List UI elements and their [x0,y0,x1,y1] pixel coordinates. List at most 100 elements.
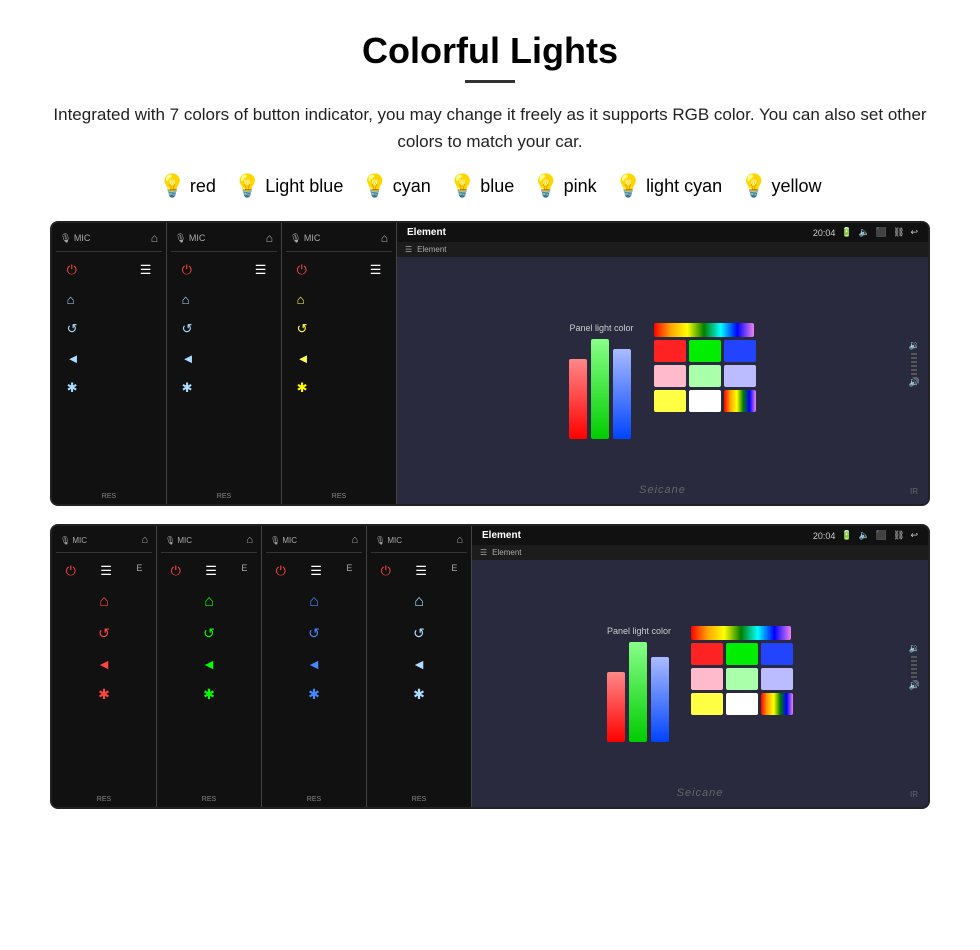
icon-row-arrow-3: ◄ [297,351,382,366]
color-bars-section-2: Panel light color [607,626,671,742]
home-icon-b1: ⌂ [351,534,358,546]
panel-bottom-r1: RES [52,796,156,803]
screen-content-2: Panel light color [472,560,928,807]
icon-row-arrow-2: ◄ [182,351,267,366]
swatch-lightblue-2 [761,668,793,690]
link-icon-2: ⛓ [893,530,904,541]
bulb-icon-lightblue: 💡 [234,173,261,199]
tick2-5 [911,672,917,674]
title-divider [465,80,515,83]
link-icon-1: ⛓ [893,227,904,238]
icon-row-bt-2: ✱ [182,380,267,396]
color-item-yellow: 💡 yellow [740,173,821,199]
back-icon-1: ↺ [67,321,78,337]
menu-icon-b1: ☰ [310,563,322,579]
panel-top-g1: 🎙 MIC ⌂ [161,534,257,553]
seicane-watermark-1: Seicane [639,484,686,496]
back-icon-b1: ↺ [308,625,320,642]
back-icon-g1: ↺ [203,625,215,642]
panel-bottom-3: RES [282,493,396,500]
icon-row-bt-3: ✱ [297,380,382,396]
house-icon-b1: ⌂ [309,593,319,611]
panel-bottom-1: RES [52,493,166,500]
vol-down-icon-2: 🔉 [909,643,920,654]
vol-up-icon-2: 🔊 [909,680,920,691]
res-label-3: RES [332,493,346,500]
tick-6 [911,373,917,375]
bar-red-1 [569,359,587,439]
tick2-3 [911,664,917,666]
left-icon-1: ◄ [67,351,80,366]
screen-header-right-1: 20:04 🔋 🔈 ⬛ ⛓ ↩ [813,227,918,238]
swatch-blue-1 [724,340,756,362]
panel-light-label-1: Panel light color [569,323,633,333]
swatch-pink-1 [654,365,686,387]
bulb-icon-blue: 💡 [449,173,476,199]
panel-light-label-2: Panel light color [607,626,671,636]
menu-icon-g1: ☰ [205,563,217,579]
house-icon-r1: ⌂ [99,593,109,611]
mic-label-1: 🎙 MIC [60,233,90,244]
res-label-r1: RES [97,796,111,803]
color-grid-1 [654,340,756,412]
tick2-2 [911,660,917,662]
left-icon-2: ◄ [182,351,195,366]
e-icon-r1: E [136,563,142,579]
e-icon-lb1: E [451,563,457,579]
tick-1 [911,353,917,355]
screen-header-left-2: Element [482,530,521,541]
color-label-lightblue: Light blue [265,176,343,197]
tick-5 [911,369,917,371]
bar-green-1 [591,339,609,439]
ir-label-2: IR [910,790,918,799]
icon-row-power-r1: ⏻ ☰ E [66,563,143,579]
color-label-cyan: cyan [393,176,431,197]
swatch-lightgreen-1 [689,365,721,387]
color-bars-1 [569,339,633,439]
panel-icons-r1: ⏻ ☰ E ⌂ ↺ ◄ ✱ [56,563,152,703]
screen-icon-1: ⬛ [876,227,887,238]
bar-blue-1 [613,349,631,439]
main-screen-2: Element 20:04 🔋 🔈 ⬛ ⛓ ↩ ☰ Element [472,526,928,807]
swatch-blue-2 [761,643,793,665]
color-bars-2 [607,642,671,742]
vol-icon-1: 🔈 [859,227,870,238]
car-panel-3: 🎙 MIC ⌂ ⏻ ☰ ⌂ ↺ ◄ [282,223,397,504]
power-icon-g1: ⏻ [171,563,181,579]
panel-bottom-g1: RES [157,796,261,803]
color-swatches-section-1 [654,323,756,412]
color-grid-2 [691,643,793,715]
car-panel-2: 🎙 MIC ⌂ ⏻ ☰ ⌂ ↺ ◄ [167,223,282,504]
power-icon-2: ⏻ [182,262,192,278]
left-icon-r1: ◄ [97,656,111,672]
icon-row-power-b1: ⏻ ☰ E [276,563,353,579]
panel-icons-lb1: ⏻ ☰ E ⌂ ↺ ◄ ✱ [371,563,467,703]
icon-row-back-3: ↺ [297,321,382,337]
page-title: Colorful Lights [0,0,980,80]
panel-bottom-2: RES [167,493,281,500]
swatch-lightgreen-2 [726,668,758,690]
color-label-lightcyan: light cyan [646,176,722,197]
icon-row-power-1: ⏻ ☰ [67,262,152,278]
time-2: 20:04 [813,531,836,541]
icon-row-bt-1: ✱ [67,380,152,396]
menu-icon-3: ☰ [370,262,382,278]
icon-row-home-3: ⌂ [297,292,382,307]
color-item-red: 💡 red [158,173,215,199]
car-panel-b1: 🎙 MIC ⌂ ⏻ ☰ E ⌂ ↺ ◄ ✱ RES [262,526,367,807]
left-icon-g1: ◄ [202,656,216,672]
rainbow-bar-1 [654,323,754,337]
swatch-pink-2 [691,668,723,690]
icon-row-arrow-1: ◄ [67,351,152,366]
menu-icon-1: ☰ [140,262,152,278]
nav-element-2: Element [492,548,521,557]
app-title-2: Element [482,530,521,541]
res-label-lb1: RES [412,796,426,803]
color-panel-ui-1: Panel light color [569,323,755,439]
house-icon-3: ⌂ [297,292,305,307]
menu-icon-2: ☰ [255,262,267,278]
swatch-white-2 [726,693,758,715]
e-icon-b1: E [346,563,352,579]
menu-icon-r1: ☰ [100,563,112,579]
home-icon-lb1: ⌂ [456,534,463,546]
